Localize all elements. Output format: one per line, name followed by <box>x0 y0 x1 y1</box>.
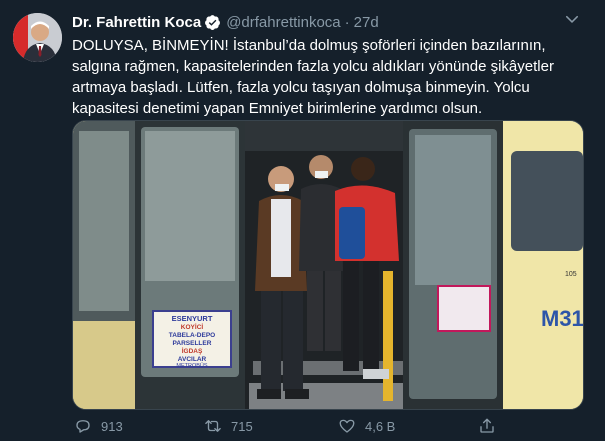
sign-line-2: KOYİCİ <box>181 323 204 331</box>
tweet-header: Dr. Fahrettin Koca @drfahrettinkoca · 27… <box>72 12 379 32</box>
reply-count: 913 <box>101 418 123 434</box>
verified-badge-icon <box>204 14 221 31</box>
heart-icon <box>339 419 355 433</box>
door-number: 105 <box>565 271 577 278</box>
sign-line-5: İGDAŞ <box>182 347 203 355</box>
minibus-photo: ESENYURT KOYİCİ TABELA-DEPO PARSELLER İG… <box>73 121 583 409</box>
like-count: 4,6 B <box>365 418 396 434</box>
avatar[interactable] <box>13 13 62 62</box>
reply-icon <box>76 420 90 433</box>
retweet-count: 715 <box>231 418 253 434</box>
tweet-actions: 913 715 4,6 B <box>0 417 605 437</box>
sign-line-6: AVCILAR <box>178 356 207 363</box>
tweet-text: DOLUYSA, BİNMEYİN! İstanbul’da dolmuş şo… <box>72 37 554 117</box>
sign-line-7: METROBÜS <box>176 362 208 369</box>
like-button[interactable]: 4,6 B <box>338 417 395 435</box>
chevron-down-icon[interactable] <box>565 12 579 26</box>
author-name[interactable]: Dr. Fahrettin Koca <box>72 14 201 31</box>
retweet-button[interactable]: 715 <box>204 417 253 435</box>
route-code: M31 <box>541 306 583 331</box>
reply-button[interactable]: 913 <box>74 417 123 435</box>
tweet-photo[interactable]: ESENYURT KOYİCİ TABELA-DEPO PARSELLER İG… <box>72 120 584 410</box>
tweet-timestamp[interactable]: 27d <box>354 14 379 31</box>
avatar-image <box>13 13 62 62</box>
sign-line-3: TABELA-DEPO <box>169 332 215 339</box>
sign-line-4: PARSELLER <box>173 340 212 347</box>
sign-line-1: ESENYURT <box>172 314 213 323</box>
author-handle[interactable]: @drfahrettinkoca <box>226 14 340 31</box>
tweet[interactable]: Dr. Fahrettin Koca @drfahrettinkoca · 27… <box>0 0 605 441</box>
separator-dot: · <box>344 13 350 31</box>
share-button[interactable] <box>478 417 505 435</box>
share-icon <box>480 418 494 433</box>
retweet-icon <box>205 420 221 432</box>
